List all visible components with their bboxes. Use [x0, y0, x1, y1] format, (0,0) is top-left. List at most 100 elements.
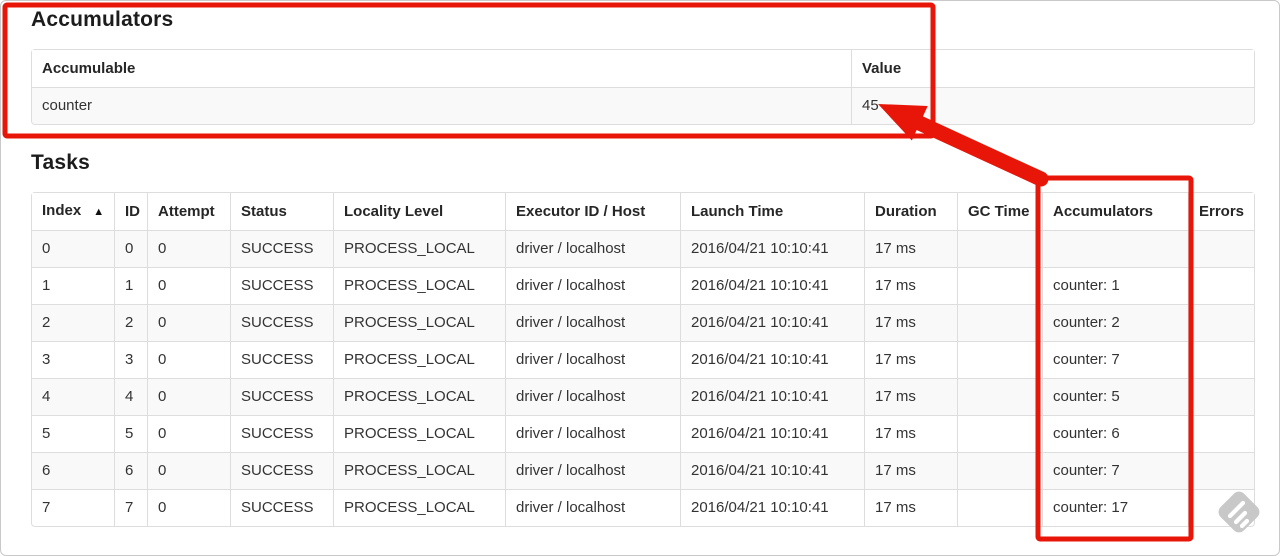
column-header-accumulators[interactable]: Accumulators — [1042, 193, 1188, 230]
table-cell — [1188, 415, 1254, 452]
table-cell: 17 ms — [864, 341, 957, 378]
table-cell: 4 — [114, 378, 147, 415]
table-row: 4 4 0 SUCCESS PROCESS_LOCAL driver / localhos… — [32, 378, 1254, 415]
table-cell: 17 ms — [864, 489, 957, 526]
column-header-locality-level[interactable]: Locality Level — [333, 193, 505, 230]
column-header-executor-id-host[interactable]: Executor ID / Host — [505, 193, 680, 230]
table-cell: counter: 5 — [1042, 378, 1188, 415]
table-row: 2 2 0 SUCCESS PROCESS_LOCAL driver / localhos… — [32, 304, 1254, 341]
table-cell: SUCCESS — [230, 415, 333, 452]
table-cell: PROCESS_LOCAL — [333, 267, 505, 304]
table-cell: driver / localhost — [505, 341, 680, 378]
column-header-id[interactable]: ID — [114, 193, 147, 230]
sort-ascending-icon: ▲ — [93, 206, 105, 218]
table-cell — [957, 452, 1042, 489]
column-header-launch-time[interactable]: Launch Time — [680, 193, 864, 230]
column-header-status[interactable]: Status — [230, 193, 333, 230]
table-cell: 2016/04/21 10:10:41 — [680, 378, 864, 415]
table-cell: 4 — [32, 378, 114, 415]
table-cell: 0 — [147, 415, 230, 452]
table-cell: 0 — [147, 341, 230, 378]
table-cell: 0 — [147, 452, 230, 489]
table-cell: 1 — [32, 267, 114, 304]
column-header-index[interactable]: Index ▲ — [32, 193, 114, 230]
table-cell — [1188, 230, 1254, 267]
table-cell: 17 ms — [864, 415, 957, 452]
table-cell: 2016/04/21 10:10:41 — [680, 452, 864, 489]
column-header-duration[interactable]: Duration — [864, 193, 957, 230]
table-cell: counter: 6 — [1042, 415, 1188, 452]
table-cell: PROCESS_LOCAL — [333, 230, 505, 267]
table-cell — [957, 378, 1042, 415]
tasks-table: Index ▲ ID Attempt Status Locality Level Execu… — [31, 192, 1255, 527]
column-header-errors[interactable]: Errors — [1188, 193, 1254, 230]
table-cell: 17 ms — [864, 378, 957, 415]
table-cell: 0 — [114, 230, 147, 267]
table-cell: 6 — [114, 452, 147, 489]
table-cell: 2016/04/21 10:10:41 — [680, 267, 864, 304]
table-cell — [1188, 489, 1254, 526]
table-cell: driver / localhost — [505, 489, 680, 526]
table-cell: 5 — [114, 415, 147, 452]
table-cell: 3 — [32, 341, 114, 378]
table-row: 6 6 0 SUCCESS PROCESS_LOCAL driver / localhos… — [32, 452, 1254, 489]
table-cell: 0 — [32, 230, 114, 267]
table-cell — [1188, 304, 1254, 341]
table-cell: 6 — [32, 452, 114, 489]
table-cell: 17 ms — [864, 267, 957, 304]
table-row: 0 0 0 SUCCESS PROCESS_LOCAL driver / localhos… — [32, 230, 1254, 267]
table-cell: 2016/04/21 10:10:41 — [680, 230, 864, 267]
table-cell: PROCESS_LOCAL — [333, 378, 505, 415]
table-cell: driver / localhost — [505, 267, 680, 304]
table-cell: counter: 17 — [1042, 489, 1188, 526]
table-cell: 7 — [32, 489, 114, 526]
table-cell: 45 — [851, 87, 1254, 124]
table-cell: 5 — [32, 415, 114, 452]
spark-ui-stage-page: Accumulators Accumulable Value counter 45 T… — [0, 0, 1280, 556]
column-header-accumulable[interactable]: Accumulable — [32, 50, 851, 87]
table-cell: 1 — [114, 267, 147, 304]
table-cell: driver / localhost — [505, 230, 680, 267]
table-cell: 0 — [147, 378, 230, 415]
accumulators-table: Accumulable Value counter 45 — [31, 49, 1255, 125]
table-cell: driver / localhost — [505, 452, 680, 489]
table-cell: SUCCESS — [230, 230, 333, 267]
table-cell: counter: 1 — [1042, 267, 1188, 304]
table-cell: 0 — [147, 230, 230, 267]
table-cell: PROCESS_LOCAL — [333, 415, 505, 452]
table-cell: 2016/04/21 10:10:41 — [680, 341, 864, 378]
table-cell — [1188, 378, 1254, 415]
table-row: 3 3 0 SUCCESS PROCESS_LOCAL driver / localhos… — [32, 341, 1254, 378]
table-cell: 3 — [114, 341, 147, 378]
table-cell — [957, 267, 1042, 304]
tasks-section-title: Tasks — [31, 151, 90, 174]
table-cell — [957, 341, 1042, 378]
column-header-value[interactable]: Value — [851, 50, 1254, 87]
table-cell: driver / localhost — [505, 378, 680, 415]
table-cell — [1188, 452, 1254, 489]
table-cell: SUCCESS — [230, 304, 333, 341]
table-cell: SUCCESS — [230, 489, 333, 526]
table-cell: 2016/04/21 10:10:41 — [680, 304, 864, 341]
table-cell: 17 ms — [864, 304, 957, 341]
table-cell — [957, 489, 1042, 526]
column-header-attempt[interactable]: Attempt — [147, 193, 230, 230]
table-cell — [957, 415, 1042, 452]
table-cell: 0 — [147, 489, 230, 526]
table-cell — [1188, 267, 1254, 304]
table-cell — [957, 230, 1042, 267]
accumulators-section-title: Accumulators — [31, 8, 174, 31]
table-cell: 0 — [147, 304, 230, 341]
table-cell: SUCCESS — [230, 378, 333, 415]
table-cell — [957, 304, 1042, 341]
table-cell: PROCESS_LOCAL — [333, 452, 505, 489]
table-cell: counter: 2 — [1042, 304, 1188, 341]
table-cell — [1042, 230, 1188, 267]
table-cell: counter: 7 — [1042, 452, 1188, 489]
table-cell: 2016/04/21 10:10:41 — [680, 415, 864, 452]
table-cell: 17 ms — [864, 230, 957, 267]
table-cell: counter: 7 — [1042, 341, 1188, 378]
table-row: 1 1 0 SUCCESS PROCESS_LOCAL driver / localhos… — [32, 267, 1254, 304]
table-cell — [1188, 341, 1254, 378]
column-header-gc-time[interactable]: GC Time — [957, 193, 1042, 230]
